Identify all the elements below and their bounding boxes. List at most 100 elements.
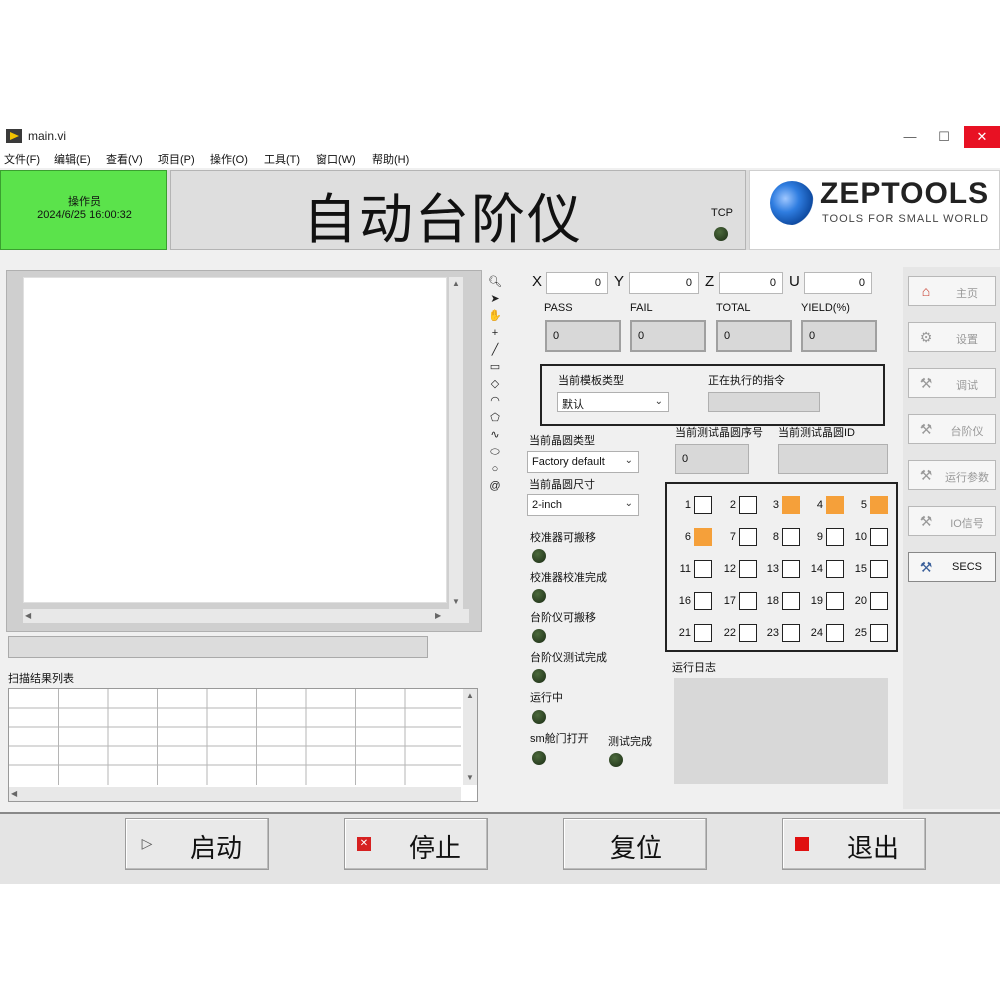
status-led xyxy=(532,549,546,563)
minimize-button[interactable]: — xyxy=(892,126,928,148)
nav-profiler-button[interactable]: ⚒ 台阶仪 xyxy=(908,414,996,444)
freehand-icon[interactable]: ∿ xyxy=(486,427,504,444)
nav-settings-button[interactable]: ⚙ 设置 xyxy=(908,322,996,352)
wafer-slot-checkbox[interactable] xyxy=(826,560,844,578)
wafer-slot-checkbox[interactable] xyxy=(826,592,844,610)
x-position-field: 0 xyxy=(546,272,608,294)
menu-tools[interactable]: 工具(T) xyxy=(264,151,300,167)
main-window: main.vi — ☐ ✕ 文件(F) 编辑(E) 查看(V) 项目(P) 操作… xyxy=(0,126,1000,884)
wafer-slot-checkbox[interactable] xyxy=(826,496,844,514)
start-button[interactable]: ▷ 启动 xyxy=(125,818,269,870)
labview-app-icon xyxy=(6,129,22,143)
nav-io-signal-button[interactable]: ⚒ IO信号 xyxy=(908,506,996,536)
nav-home-button[interactable]: ⌂ 主页 xyxy=(908,276,996,306)
slot-number: 9 xyxy=(816,531,823,543)
wafer-size-dropdown[interactable]: 2-inch ⌄ xyxy=(527,494,639,516)
window-title: main.vi xyxy=(28,129,67,143)
annulus-icon[interactable]: ◠ xyxy=(486,393,504,410)
scroll-up-icon[interactable]: ▲ xyxy=(466,691,474,700)
wafer-slot-checkbox[interactable] xyxy=(782,496,800,514)
status-light-label: 校准器可搬移 xyxy=(530,532,596,544)
wafer-slot-grid: 1 2 3 4 5 6 7 8 9 10 11 12 13 14 15 16 17 18 19 20 21 22 23 24 2… xyxy=(665,482,898,652)
wafer-slot-checkbox[interactable] xyxy=(826,624,844,642)
polygon-icon[interactable]: ⬠ xyxy=(486,410,504,427)
scroll-left-icon[interactable]: ◀ xyxy=(25,611,31,620)
wafer-id-label: 当前测试晶圆ID xyxy=(778,427,855,439)
menu-view[interactable]: 查看(V) xyxy=(106,151,143,167)
image-horizontal-scrollbar[interactable]: ◀ ▶ xyxy=(23,609,469,623)
exit-button[interactable]: 退出 xyxy=(782,818,926,870)
wafer-slot-checkbox[interactable] xyxy=(782,528,800,546)
scan-table-horizontal-scrollbar[interactable]: ◀ xyxy=(9,787,461,801)
wafer-slot-checkbox[interactable] xyxy=(870,496,888,514)
crosshair-icon[interactable]: + xyxy=(486,325,504,342)
status-light-label: 测试完成 xyxy=(608,736,652,748)
nav-secs-button[interactable]: ⚒ SECS xyxy=(908,552,996,582)
total-label: TOTAL xyxy=(716,302,751,314)
scan-result-table[interactable]: ▲ ▼ ◀ xyxy=(8,688,478,802)
wafer-slot-checkbox[interactable] xyxy=(694,592,712,610)
pan-hand-icon[interactable]: ✋ xyxy=(486,308,504,325)
wafer-slot-checkbox[interactable] xyxy=(870,592,888,610)
wafer-slot-checkbox[interactable] xyxy=(826,528,844,546)
y-position-field: 0 xyxy=(629,272,699,294)
wafer-slot-checkbox[interactable] xyxy=(870,560,888,578)
circle-icon[interactable]: ○ xyxy=(486,461,504,478)
wafer-slot-checkbox[interactable] xyxy=(739,560,757,578)
wafer-slot-checkbox[interactable] xyxy=(739,528,757,546)
menu-window[interactable]: 窗口(W) xyxy=(316,151,356,167)
wafer-slot-checkbox[interactable] xyxy=(782,592,800,610)
reset-button[interactable]: 复位 xyxy=(563,818,707,870)
status-led xyxy=(532,629,546,643)
wafer-slot-checkbox[interactable] xyxy=(694,496,712,514)
pointer-icon[interactable]: ➤ xyxy=(486,291,504,308)
total-count-field: 0 xyxy=(716,320,792,352)
slot-number: 12 xyxy=(723,563,736,575)
u-position-field: 0 xyxy=(804,272,872,294)
nav-run-parameters-button[interactable]: ⚒ 运行参数 xyxy=(908,460,996,490)
menu-help[interactable]: 帮助(H) xyxy=(372,151,409,167)
nav-debug-button[interactable]: ⚒ 调试 xyxy=(908,368,996,398)
status-light-label: sm舱门打开 xyxy=(530,733,589,745)
scroll-down-icon[interactable]: ▼ xyxy=(452,597,460,606)
menu-operate[interactable]: 操作(O) xyxy=(210,151,248,167)
scroll-right-icon[interactable]: ▶ xyxy=(435,611,441,620)
wafer-slot-checkbox[interactable] xyxy=(739,592,757,610)
template-type-dropdown[interactable]: 默认 ⌄ xyxy=(557,392,669,412)
wafer-slot-checkbox[interactable] xyxy=(694,528,712,546)
gear-icon: ⚙ xyxy=(919,329,933,345)
menu-file[interactable]: 文件(F) xyxy=(4,151,40,167)
wafer-slot-checkbox[interactable] xyxy=(694,560,712,578)
slot-number: 5 xyxy=(860,499,867,511)
rectangle-icon[interactable]: ▭ xyxy=(486,359,504,376)
wafer-slot-checkbox[interactable] xyxy=(739,624,757,642)
close-button[interactable]: ✕ xyxy=(964,126,1000,148)
scroll-down-icon[interactable]: ▼ xyxy=(466,773,474,782)
oval-icon[interactable]: ⬭ xyxy=(486,444,504,461)
spiral-icon[interactable]: @ xyxy=(486,478,504,495)
wafer-slot-checkbox[interactable] xyxy=(739,496,757,514)
wafer-slot-checkbox[interactable] xyxy=(870,624,888,642)
wafer-slot-checkbox[interactable] xyxy=(870,528,888,546)
line-icon[interactable]: ╱ xyxy=(486,342,504,359)
scroll-left-icon[interactable]: ◀ xyxy=(11,789,17,798)
image-vertical-scrollbar[interactable]: ▲ ▼ xyxy=(449,277,463,609)
zoom-icon[interactable]: 🔍︎ xyxy=(486,274,504,291)
menu-edit[interactable]: 编辑(E) xyxy=(54,151,91,167)
wafer-slot-checkbox[interactable] xyxy=(782,560,800,578)
wafer-slot-checkbox[interactable] xyxy=(782,624,800,642)
scan-table-vertical-scrollbar[interactable]: ▲ ▼ xyxy=(463,689,477,785)
image-canvas[interactable] xyxy=(23,277,447,603)
rotated-rectangle-icon[interactable]: ◇ xyxy=(486,376,504,393)
wrench-icon: ⚒ xyxy=(919,375,933,391)
slot-number: 11 xyxy=(679,563,691,575)
scroll-up-icon[interactable]: ▲ xyxy=(452,279,460,288)
stop-button[interactable]: ✕ 停止 xyxy=(344,818,488,870)
maximize-button[interactable]: ☐ xyxy=(926,126,962,148)
wafer-size-value: 2-inch xyxy=(532,499,562,511)
wafer-slot-checkbox[interactable] xyxy=(694,624,712,642)
status-led xyxy=(532,589,546,603)
wafer-type-dropdown[interactable]: Factory default ⌄ xyxy=(527,451,639,473)
app-title: 自动台阶仪 xyxy=(303,188,583,251)
menu-project[interactable]: 项目(P) xyxy=(158,151,195,167)
